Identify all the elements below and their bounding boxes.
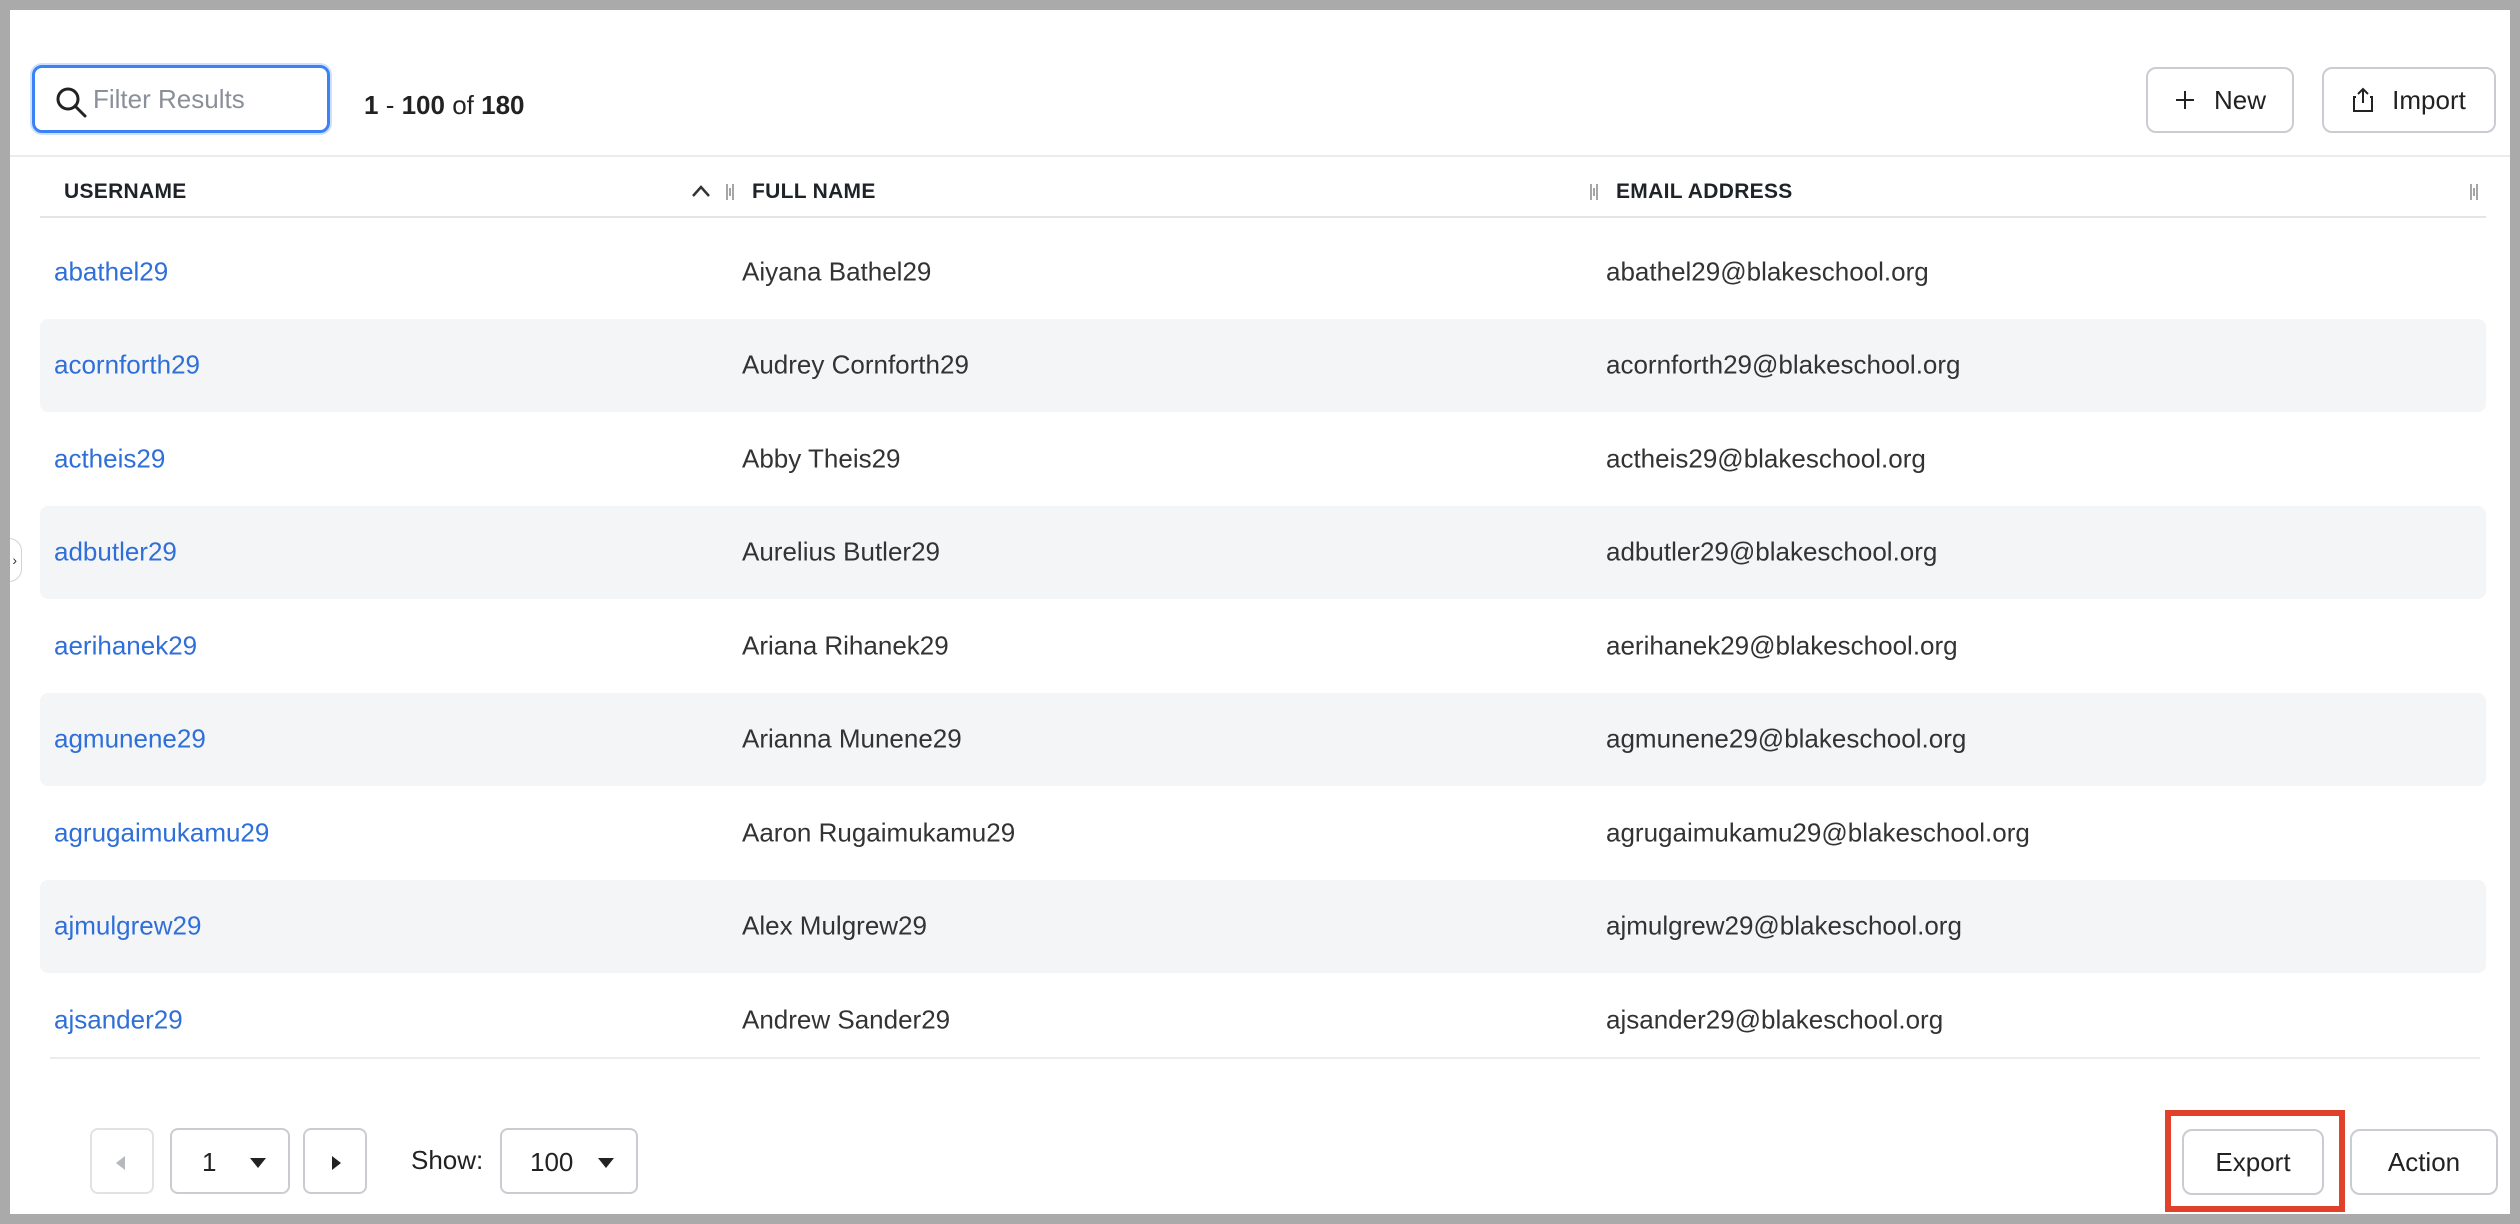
range-start: 1 [364, 90, 379, 120]
table-row: acornforth29 Audrey Cornforth29 acornfor… [40, 318, 2486, 412]
show-label: Show: [411, 1145, 484, 1175]
table-row: actheis29 Abby Theis29 actheis29@blakesc… [40, 412, 2486, 506]
caret-right-icon [332, 1156, 341, 1170]
email-cell: abathel29@blakeschool.org [1606, 256, 1929, 287]
table-row: agrugaimukamu29 Aaron Rugaimukamu29 agru… [40, 786, 2486, 880]
column-resize-icon[interactable] [1588, 182, 1600, 202]
username-link[interactable]: acornforth29 [54, 350, 200, 381]
divider [50, 1057, 2480, 1059]
page-size-value: 100 [530, 1147, 574, 1177]
table-row: abathel29 Aiyana Bathel29 abathel29@blak… [40, 225, 2486, 319]
new-button[interactable]: New [2146, 67, 2294, 133]
username-link[interactable]: aerihanek29 [54, 630, 197, 661]
username-link[interactable]: agrugaimukamu29 [54, 817, 269, 848]
username-link[interactable]: agmunene29 [54, 724, 206, 755]
export-button[interactable]: Export [2182, 1129, 2324, 1195]
import-button[interactable]: Import [2322, 67, 2496, 133]
next-page-button[interactable] [303, 1128, 367, 1194]
username-link[interactable]: adbutler29 [54, 537, 177, 568]
sidebar-toggle[interactable]: › [10, 538, 22, 582]
action-button-label: Action [2387, 1146, 2461, 1177]
full-name-cell: Alex Mulgrew29 [742, 910, 927, 941]
result-count: 1 - 100 of 180 [364, 90, 525, 121]
chevron-right-icon: › [12, 552, 17, 568]
divider [10, 155, 2510, 157]
full-name-cell: Ariana Rihanek29 [742, 630, 949, 661]
export-button-label: Export [2215, 1146, 2291, 1177]
full-name-cell: Andrew Sander29 [742, 1004, 951, 1035]
full-name-cell: Arianna Munene29 [742, 723, 962, 754]
full-name-cell: Audrey Cornforth29 [742, 349, 969, 380]
new-button-label: New [2213, 84, 2266, 115]
table-row: ajsander29 Andrew Sander29 ajsander29@bl… [40, 973, 2486, 1067]
range-separator: - [378, 90, 402, 120]
column-resize-icon[interactable] [2468, 182, 2480, 202]
total-count: 180 [481, 90, 525, 120]
table-body: abathel29 Aiyana Bathel29 abathel29@blak… [40, 225, 2486, 1067]
plus-icon [2175, 91, 2194, 109]
range-end: 100 [401, 90, 445, 120]
full-name-cell: Abby Theis29 [742, 443, 901, 474]
prev-page-button[interactable] [90, 1128, 154, 1194]
page-size-select[interactable]: 100 [500, 1128, 638, 1194]
caret-down-icon [598, 1158, 614, 1168]
username-link[interactable]: actheis29 [54, 443, 165, 474]
email-cell: aerihanek29@blakeschool.org [1606, 630, 1958, 661]
upload-icon [2353, 87, 2374, 112]
email-cell: agmunene29@blakeschool.org [1606, 723, 1967, 754]
table-row: aerihanek29 Ariana Rihanek29 aerihanek29… [40, 599, 2486, 693]
action-button[interactable]: Action [2350, 1129, 2498, 1195]
email-cell: actheis29@blakeschool.org [1606, 443, 1926, 474]
email-cell: ajsander29@blakeschool.org [1606, 1004, 1944, 1035]
full-name-cell: Aurelius Butler29 [742, 536, 940, 567]
email-cell: ajmulgrew29@blakeschool.org [1606, 910, 1962, 941]
page-select[interactable]: 1 [170, 1128, 290, 1194]
full-name-cell: Aiyana Bathel29 [742, 256, 932, 287]
column-header-full-name[interactable]: FULL NAME [752, 180, 876, 204]
import-button-label: Import [2392, 84, 2466, 115]
full-name-cell: Aaron Rugaimukamu29 [742, 817, 1016, 848]
email-cell: adbutler29@blakeschool.org [1606, 536, 1938, 567]
username-link[interactable]: ajmulgrew29 [54, 911, 201, 942]
range-of: of [444, 90, 482, 120]
username-link[interactable]: ajsander29 [54, 1004, 183, 1035]
table-row: agmunene29 Arianna Munene29 agmunene29@b… [40, 692, 2486, 786]
search-box[interactable] [32, 65, 330, 133]
column-header-email[interactable]: EMAIL ADDRESS [1616, 180, 1793, 204]
chevron-up-icon[interactable] [690, 182, 712, 200]
caret-left-icon [116, 1156, 125, 1170]
caret-down-icon [250, 1158, 266, 1168]
search-icon [56, 87, 87, 118]
email-cell: acornforth29@blakeschool.org [1606, 349, 1961, 380]
table-row: adbutler29 Aurelius Butler29 adbutler29@… [40, 505, 2486, 599]
page-select-value: 1 [202, 1147, 217, 1177]
table-row: ajmulgrew29 Alex Mulgrew29 ajmulgrew29@b… [40, 879, 2486, 973]
users-table-panel: 1 - 100 of 180 New Import USERNAME FULL … [10, 10, 2510, 1214]
column-resize-icon[interactable] [724, 182, 736, 202]
username-link[interactable]: abathel29 [54, 256, 168, 287]
email-cell: agrugaimukamu29@blakeschool.org [1606, 817, 2030, 848]
search-input[interactable] [93, 78, 313, 120]
table-header: USERNAME FULL NAME EMAIL ADDRESS [40, 160, 2486, 218]
column-header-username[interactable]: USERNAME [64, 180, 187, 204]
